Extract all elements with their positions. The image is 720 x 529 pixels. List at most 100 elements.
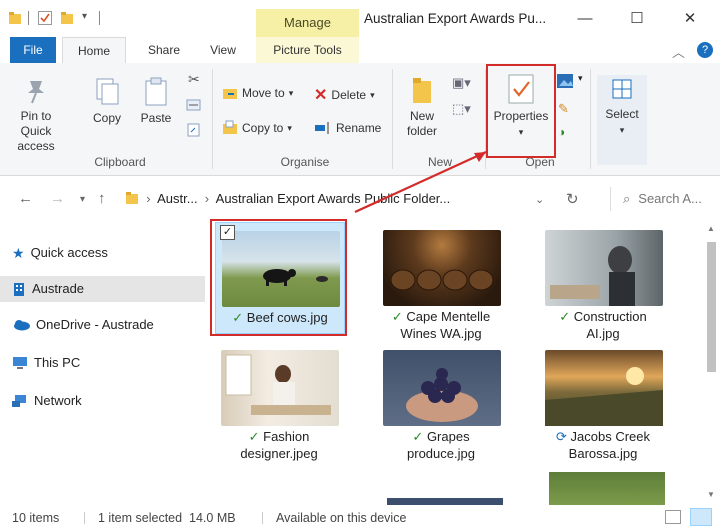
network-icon [12,395,26,407]
properties-check-icon[interactable] [38,11,52,25]
delete-label: Delete [331,88,367,102]
select-checkbox[interactable]: ✓ [220,225,235,240]
sync-status-icon: ✓ [559,309,571,324]
new-folder-button[interactable]: New folder [400,75,444,139]
status-item-count: 10 items [12,511,60,525]
file-caption: ✓ Beef cows.jpg [216,309,344,326]
file-tile-cape-mentelle[interactable]: ✓ Cape Mentelle Wines WA.jpg [377,222,505,352]
file-tile-jacobs-creek[interactable]: ⟳ Jacobs Creek Barossa.jpg [539,342,667,472]
scroll-up-icon[interactable]: ▲ [707,224,715,233]
copy-button[interactable]: Copy [87,77,127,126]
move-to-button[interactable]: Move to ▾ [222,85,293,101]
minimize-button[interactable]: — [565,6,605,32]
open-icon[interactable] [556,73,578,94]
qat-dropdown-icon[interactable]: ▾ [82,11,96,25]
select-icon [612,79,632,99]
tab-share[interactable]: Share [136,37,192,63]
search-placeholder: Search A... [638,191,702,206]
paste-button[interactable]: Paste [136,77,176,126]
scroll-down-icon[interactable]: ▼ [707,490,715,499]
file-caption: ⟳ Jacobs Creek Barossa.jpg [539,428,667,462]
nav-item-network[interactable]: Network [12,388,82,414]
refresh-icon[interactable]: ↻ [566,190,579,208]
breadcrumb-folder[interactable]: Australian Export Awards Public Folder..… [216,191,451,206]
move-to-icon [223,89,237,99]
tab-file[interactable]: File [10,37,56,63]
status-selection: 1 item selected 14.0 MB [98,511,236,525]
scrollbar-thumb[interactable] [707,242,716,372]
cut-icon[interactable]: ✂ [188,71,200,88]
sync-status-icon: ✓ [248,429,260,444]
thumbnail-partial[interactable] [549,472,665,505]
paste-icon [145,77,167,106]
thumbnail-cape-mentelle [383,230,501,306]
copy-to-icon [223,120,237,134]
status-bar: 10 items 1 item selected 14.0 MB Availab… [0,505,720,529]
file-name: Fashion [263,429,310,444]
nav-item-austrade[interactable]: Austrade [0,276,208,302]
delete-button[interactable]: ✕ Delete ▾ [314,85,375,105]
back-arrow-icon[interactable]: ← [18,190,33,207]
paste-label: Paste [140,111,172,125]
nav-item-this-pc[interactable]: This PC [12,350,80,376]
details-view-icon[interactable] [665,510,681,524]
breadcrumb-austr[interactable]: Austr... [157,191,197,206]
copy-path-icon[interactable] [186,98,202,112]
close-button[interactable]: ✕ [670,6,710,32]
recent-locations-icon[interactable]: ▾ [80,194,85,205]
nav-item-label: Quick access [30,245,108,260]
forward-arrow-icon[interactable]: → [50,190,65,207]
tab-picture-tools[interactable]: Picture Tools [256,37,359,63]
organise-group-label: Organise [280,155,330,169]
pin-to-quick-access-button[interactable]: Pin to Quick access [10,77,62,154]
file-tile-beef-cows[interactable]: ✓ ✓ Beef cows.jpg [215,222,345,334]
help-icon[interactable]: ? [697,42,713,58]
tab-view[interactable]: View [198,37,248,63]
new-folder-label-line2: folder [406,124,438,138]
file-caption: ✓ Cape Mentelle Wines WA.jpg [377,308,505,342]
history-icon[interactable]: ◑ [558,125,565,139]
thumbnail-construction [545,230,663,306]
sync-status-icon: ✓ [232,310,244,325]
folder-icon[interactable] [8,11,22,25]
file-tile-grapes[interactable]: ✓ Grapes produce.jpg [377,342,505,472]
nav-item-onedrive[interactable]: OneDrive - Austrade [12,312,154,338]
properties-label: Properties [493,109,549,123]
maximize-button[interactable]: ☐ [617,6,657,32]
new-folder-icon[interactable] [60,11,74,25]
file-name: Cape Mentelle [406,309,491,324]
delete-x-icon: ✕ [314,87,328,104]
large-icons-view-icon[interactable] [690,508,712,526]
easy-access-icon[interactable]: ⬚▾ [452,101,471,117]
group-separator [392,69,393,169]
select-button[interactable]: Select ▾ [597,75,647,165]
copy-to-button[interactable]: Copy to ▾ [222,120,292,136]
address-bar[interactable]: › Austr... › Australian Export Awards Pu… [125,187,575,211]
file-name: Beef cows.jpg [246,310,328,325]
thumbnail-grapes [383,350,501,426]
search-box[interactable]: ⌕ Search A... [610,187,713,211]
open-dropdown-icon[interactable]: ▾ [578,73,583,84]
thumbnail-partial[interactable] [387,498,503,505]
file-tile-construction[interactable]: ✓ Construction AI.jpg [539,222,667,352]
edit-icon[interactable]: ✎ [558,101,569,117]
move-to-label: Move to [242,86,285,100]
manage-context-tab[interactable]: Manage [256,9,359,37]
building-icon [14,283,24,296]
file-name-line2: produce.jpg [407,446,475,461]
file-tile-fashion-designer[interactable]: ✓ Fashion designer.jpeg [215,342,343,472]
address-dropdown-icon[interactable]: ⌄ [535,193,544,206]
properties-button[interactable]: Properties ▾ [491,73,551,140]
rename-button[interactable]: Rename [314,120,381,136]
collapse-ribbon-icon[interactable]: ︿ [672,42,685,61]
paste-shortcut-icon[interactable] [186,123,202,137]
manage-label: Manage [284,15,331,30]
vertical-scrollbar[interactable]: ▲ ▼ [702,222,720,505]
new-item-icon[interactable]: ▣▾ [452,75,471,91]
tab-home[interactable]: Home [62,37,126,65]
group-separator [212,69,213,169]
nav-item-quick-access[interactable]: ★ Quick access [12,240,108,266]
properties-dropdown-icon: ▾ [518,127,524,137]
up-arrow-icon[interactable]: ↑ [98,190,106,207]
nav-item-label: OneDrive - Austrade [36,317,154,332]
